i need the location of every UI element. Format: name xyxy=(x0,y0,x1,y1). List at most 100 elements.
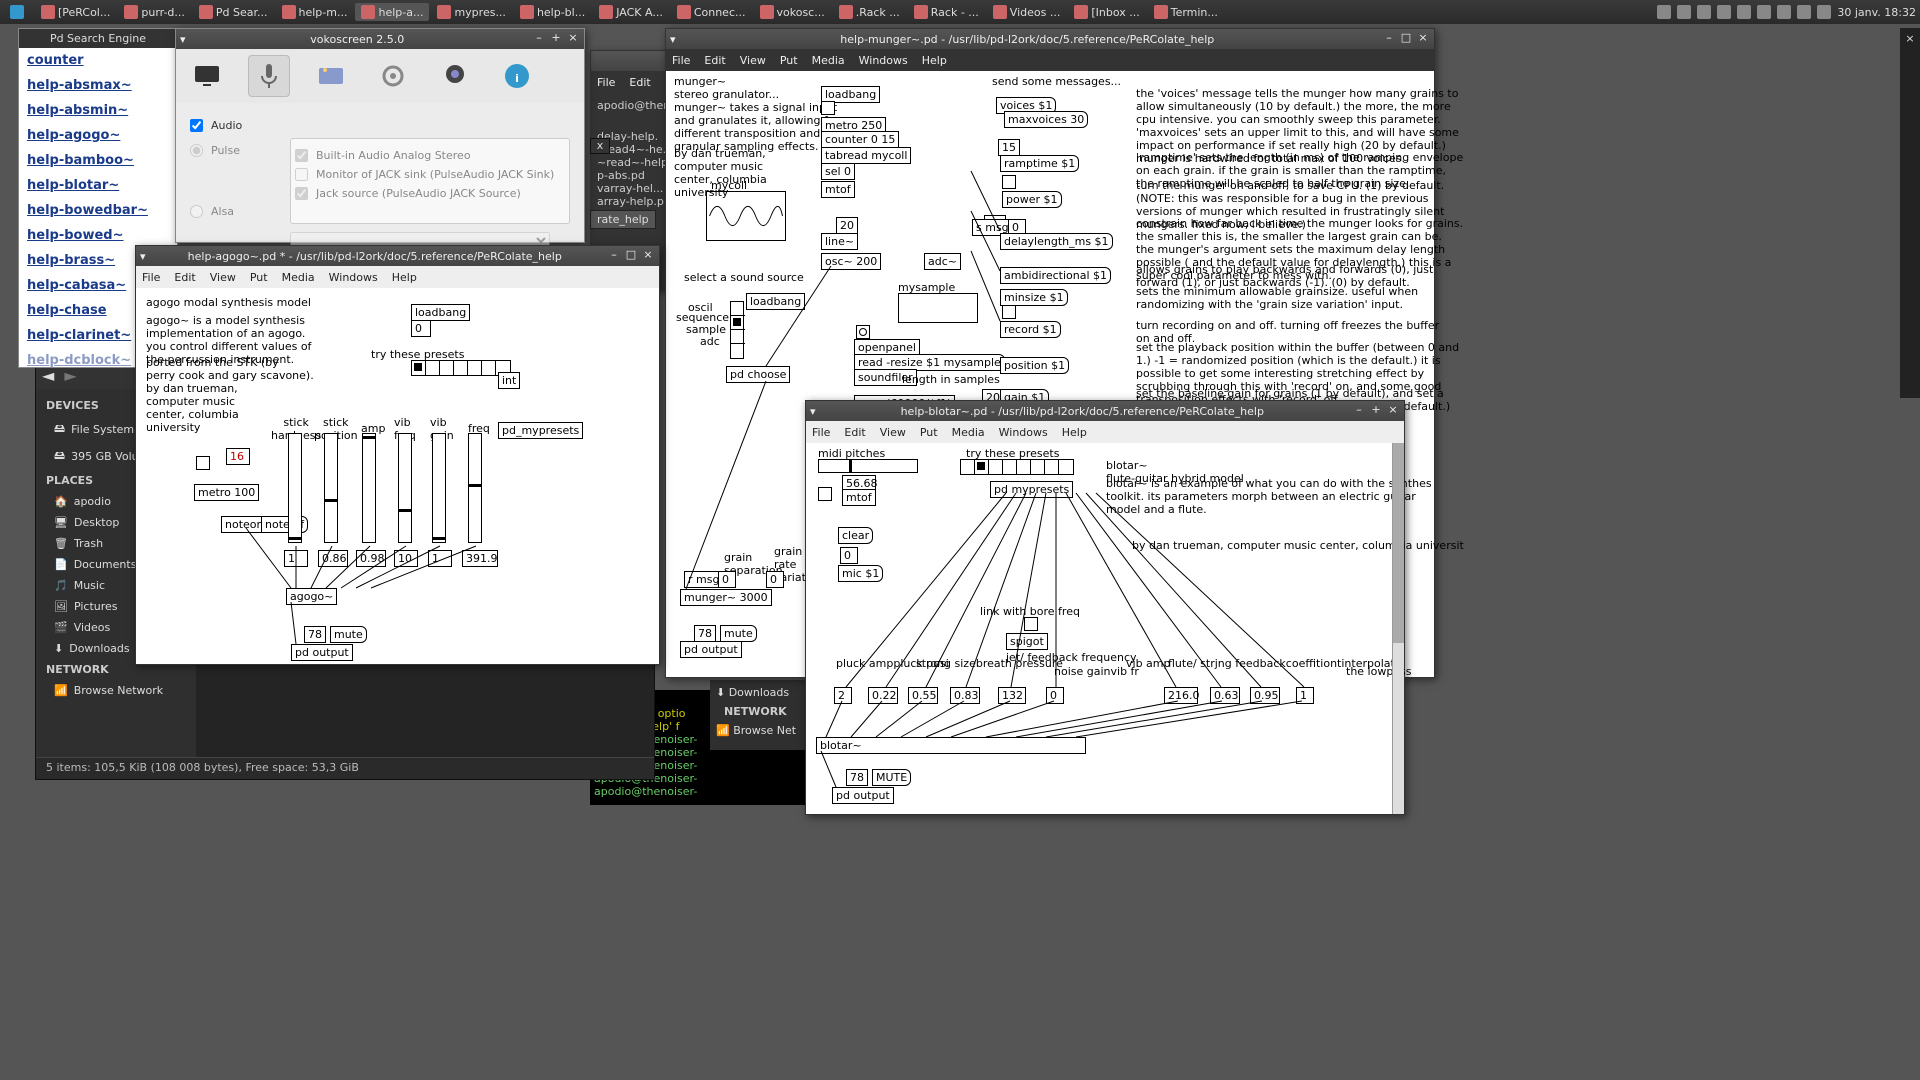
volume-icon[interactable] xyxy=(1817,5,1831,19)
maximize-button[interactable]: □ xyxy=(1399,32,1413,46)
pd-message[interactable]: mute xyxy=(720,625,757,642)
pd-subpatch[interactable]: pd output xyxy=(832,787,894,804)
search-item[interactable]: help-absmin~ xyxy=(19,98,177,123)
pd-object[interactable]: mtof xyxy=(821,181,855,198)
pd-number[interactable]: 0.86 xyxy=(318,550,348,567)
pd-object[interactable]: spigot xyxy=(1006,633,1048,650)
minimize-button[interactable]: – xyxy=(1352,404,1366,418)
pd-message[interactable]: MUTE xyxy=(872,769,911,786)
pd-object[interactable]: int xyxy=(498,372,520,389)
task-3[interactable]: help-m... xyxy=(276,3,354,21)
task-7[interactable]: JACK A... xyxy=(593,3,669,21)
tab-webcam[interactable] xyxy=(434,55,476,97)
close-button[interactable]: × xyxy=(641,249,655,263)
task-4[interactable]: help-a... xyxy=(355,3,429,21)
menu-edit[interactable]: Edit xyxy=(629,76,650,89)
pd-object[interactable]: munger~ 3000 xyxy=(680,589,772,606)
menu-view[interactable]: View xyxy=(740,54,766,67)
pd-number[interactable]: 78 xyxy=(846,769,868,786)
search-item[interactable]: help-bamboo~ xyxy=(19,148,177,173)
pd-number[interactable]: 1 xyxy=(284,550,308,567)
pd-number[interactable]: 1 xyxy=(1296,687,1314,704)
pd-slider[interactable] xyxy=(288,433,302,543)
tab-video[interactable] xyxy=(310,55,352,97)
pd-message[interactable]: record $1 xyxy=(1000,321,1061,338)
maximize-button[interactable]: □ xyxy=(624,249,638,263)
pd-object[interactable]: line~ xyxy=(821,233,858,250)
pd-message[interactable]: minsize $1 xyxy=(1000,289,1068,306)
search-item[interactable]: help-agogo~ xyxy=(19,123,177,148)
pd-radio[interactable] xyxy=(411,360,511,376)
pd-number[interactable]: 391.9 xyxy=(462,550,498,567)
pd-number[interactable]: 78 xyxy=(694,625,716,642)
menu-view[interactable]: View xyxy=(880,426,906,439)
sidebar-browse-network[interactable]: 📶Browse Network xyxy=(36,680,196,701)
close-button[interactable]: × xyxy=(1900,32,1920,45)
pd-message[interactable]: delaylength_ms $1 xyxy=(1000,233,1113,250)
pd-message[interactable]: mic $1 xyxy=(838,565,883,582)
tray-icon[interactable] xyxy=(1697,5,1711,19)
menu-media[interactable]: Media xyxy=(812,54,845,67)
pd-number[interactable]: 0.63 xyxy=(1210,687,1240,704)
pd-number[interactable]: 132 xyxy=(998,687,1026,704)
minimize-button[interactable]: – xyxy=(607,249,621,263)
pd-subpatch[interactable]: pd output xyxy=(291,644,353,661)
pd-number[interactable]: 15 xyxy=(998,139,1020,156)
menu-put[interactable]: Put xyxy=(250,271,268,284)
pd-object[interactable]: sel 0 xyxy=(821,163,855,180)
pd-object[interactable]: counter 0 15 xyxy=(821,131,899,148)
menu-windows[interactable]: Windows xyxy=(859,54,908,67)
menu-media[interactable]: Media xyxy=(282,271,315,284)
pd-number[interactable]: 0.83 xyxy=(950,687,980,704)
pd-message[interactable]: mute xyxy=(330,626,367,643)
pd-toggle[interactable] xyxy=(1024,617,1038,631)
close-button[interactable]: × xyxy=(1416,32,1430,46)
pd-array-graph[interactable] xyxy=(706,191,786,241)
pd-number[interactable]: 0.95 xyxy=(1250,687,1280,704)
task-2[interactable]: Pd Sear... xyxy=(193,3,274,21)
pd-object[interactable]: agogo~ xyxy=(286,588,337,605)
menu-windows[interactable]: Windows xyxy=(329,271,378,284)
pd-toggle[interactable] xyxy=(196,456,210,470)
pd-message[interactable]: clear xyxy=(838,527,873,544)
task-8[interactable]: Connec... xyxy=(671,3,752,21)
pd-toggle[interactable] xyxy=(818,487,832,501)
menu-help[interactable]: Help xyxy=(1062,426,1087,439)
menu-put[interactable]: Put xyxy=(920,426,938,439)
task-1[interactable]: purr-d... xyxy=(118,3,191,21)
menu-file[interactable]: File xyxy=(672,54,690,67)
tray-icon[interactable] xyxy=(1657,5,1671,19)
task-6[interactable]: help-bl... xyxy=(514,3,591,21)
pd-array-graph[interactable] xyxy=(898,293,978,323)
pd-slider[interactable] xyxy=(468,433,482,543)
close-button[interactable]: × xyxy=(566,32,580,46)
pd-slider[interactable] xyxy=(324,433,338,543)
pd-number[interactable]: 0 xyxy=(718,571,736,588)
pd-bang[interactable] xyxy=(856,325,870,339)
task-12[interactable]: Videos ... xyxy=(987,3,1067,21)
pd-number[interactable]: 20 xyxy=(836,217,858,234)
tab-info[interactable]: i xyxy=(496,55,538,97)
tray-icon[interactable] xyxy=(1677,5,1691,19)
tab-label[interactable]: rate_help xyxy=(590,210,656,229)
pd-toggle[interactable] xyxy=(1002,175,1016,189)
pd-slider[interactable] xyxy=(398,433,412,543)
menu-put[interactable]: Put xyxy=(780,54,798,67)
pd-object[interactable]: osc~ 200 xyxy=(821,253,881,270)
menu-windows[interactable]: Windows xyxy=(999,426,1048,439)
menu-file[interactable]: File xyxy=(597,76,615,89)
menu-edit[interactable]: Edit xyxy=(174,271,195,284)
menu-view[interactable]: View xyxy=(210,271,236,284)
pd-subpatch[interactable]: pd choose xyxy=(726,366,790,383)
tray-icon[interactable] xyxy=(1777,5,1791,19)
maximize-button[interactable]: + xyxy=(549,32,563,46)
tray-icon[interactable] xyxy=(1797,5,1811,19)
task-9[interactable]: vokosc... xyxy=(754,3,831,21)
pd-object[interactable]: loadbang xyxy=(411,304,470,321)
pd-number[interactable]: 10 xyxy=(394,550,418,567)
search-item[interactable]: help-blotar~ xyxy=(19,173,177,198)
tab-screen[interactable] xyxy=(186,55,228,97)
tab-settings[interactable] xyxy=(372,55,414,97)
pd-number[interactable]: 1 xyxy=(428,550,452,567)
pd-number[interactable]: 216.0 xyxy=(1164,687,1198,704)
